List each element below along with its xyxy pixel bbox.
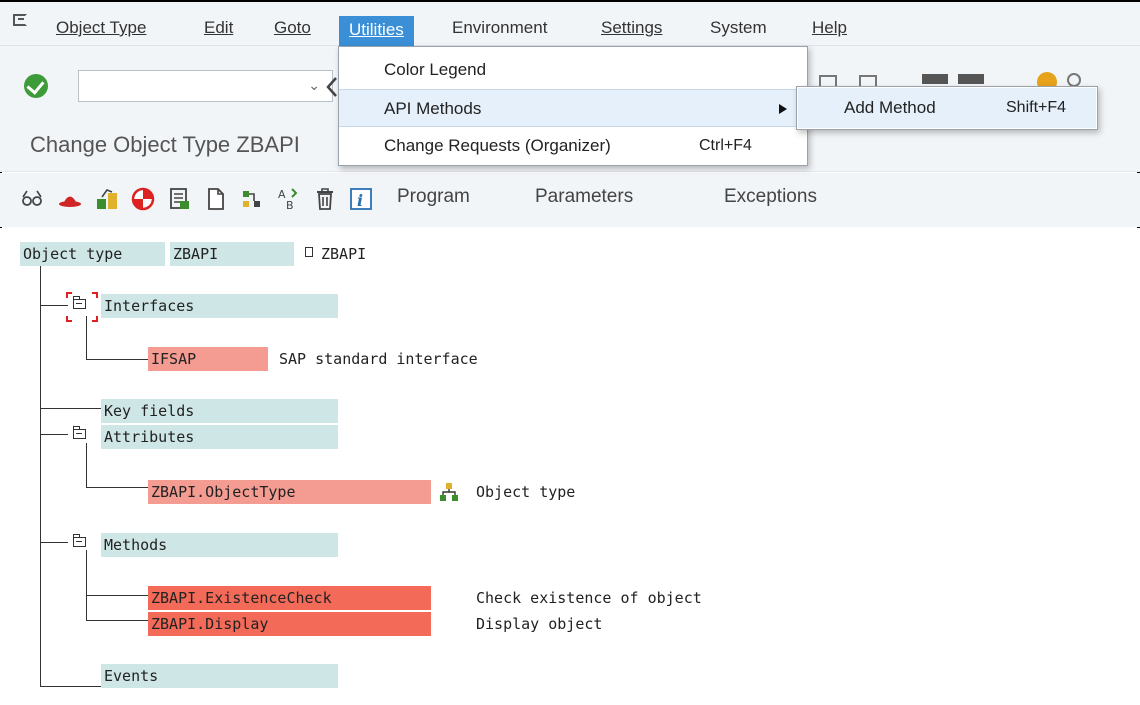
menu-goto-label: Goto bbox=[274, 18, 311, 37]
command-field[interactable]: ⌄ bbox=[78, 70, 333, 102]
menu-system[interactable]: System bbox=[706, 14, 771, 42]
tree-line bbox=[86, 620, 148, 621]
menu-item-label: Add Method bbox=[844, 98, 936, 117]
exceptions-button[interactable]: Exceptions bbox=[724, 186, 817, 208]
tree-line bbox=[40, 305, 68, 306]
tree-line bbox=[40, 434, 68, 435]
tree-node-methods[interactable]: Methods bbox=[101, 533, 338, 557]
menu-object-type[interactable]: Object Type bbox=[52, 14, 150, 42]
menu-environment-label: Environment bbox=[452, 18, 548, 37]
object-type-tree: Object type ZBAPI ZBAPI Interfaces IFSAP… bbox=[0, 228, 1140, 705]
hat-icon[interactable] bbox=[58, 187, 82, 211]
program-button[interactable]: Program bbox=[397, 186, 470, 208]
utilities-dropdown-menu: Color Legend API Methods Change Requests… bbox=[338, 46, 808, 166]
svg-text:A: A bbox=[278, 188, 286, 201]
menu-goto[interactable]: Goto bbox=[270, 14, 315, 42]
document-icon bbox=[305, 247, 313, 257]
sort-ab-icon[interactable]: AB bbox=[276, 187, 300, 211]
tree-line bbox=[40, 542, 68, 543]
hierarchy-icon[interactable] bbox=[95, 187, 119, 211]
tree-line bbox=[86, 487, 148, 488]
tree-node-attributes[interactable]: Attributes bbox=[101, 425, 338, 449]
root-value[interactable]: ZBAPI bbox=[170, 242, 294, 266]
menu-icon[interactable] bbox=[13, 14, 27, 26]
new-document-icon[interactable] bbox=[204, 187, 228, 211]
folder-open-icon[interactable] bbox=[72, 296, 86, 309]
application-toolbar: AB i Program Parameters Exceptions bbox=[0, 173, 1140, 227]
page-title: Change Object Type ZBAPI bbox=[30, 132, 300, 157]
menu-settings-label: Settings bbox=[601, 18, 663, 37]
tree-node-attr-objecttype[interactable]: ZBAPI.ObjectType bbox=[148, 480, 431, 504]
method-display-description: Display object bbox=[476, 615, 603, 633]
menu-bar: Object Type Edit Goto Utilities Environm… bbox=[0, 2, 1140, 46]
selection-marker bbox=[92, 292, 98, 298]
svg-text:B: B bbox=[286, 199, 294, 211]
tree-line bbox=[40, 686, 102, 687]
menu-edit[interactable]: Edit bbox=[200, 14, 237, 42]
menu-item-api-methods[interactable]: API Methods bbox=[339, 89, 807, 127]
tree-line bbox=[86, 550, 87, 620]
folder-icon[interactable] bbox=[72, 426, 86, 439]
pie-target-icon[interactable] bbox=[131, 187, 155, 211]
menu-edit-label: Edit bbox=[204, 18, 234, 37]
menu-item-label: Change Requests (Organizer) bbox=[384, 136, 611, 155]
menu-item-shortcut: Shift+F4 bbox=[1006, 99, 1067, 116]
menu-help-label: Help bbox=[812, 18, 847, 37]
svg-text:i: i bbox=[357, 191, 363, 210]
structure-icon[interactable] bbox=[240, 187, 264, 211]
trash-icon[interactable] bbox=[313, 187, 337, 211]
menu-system-label: System bbox=[710, 18, 767, 37]
tree-line bbox=[86, 316, 87, 359]
attr-objecttype-description: Object type bbox=[476, 483, 576, 501]
menu-utilities[interactable]: Utilities bbox=[339, 16, 414, 46]
method-existencecheck-description: Check existence of object bbox=[476, 589, 702, 607]
document-list-icon[interactable] bbox=[168, 187, 192, 211]
org-structure-icon bbox=[440, 483, 458, 501]
submenu-arrow-icon bbox=[779, 104, 787, 114]
selection-marker bbox=[66, 292, 72, 298]
menu-object-type-label: Object Type bbox=[56, 18, 147, 37]
selection-marker bbox=[92, 316, 98, 322]
menu-item-color-legend[interactable]: Color Legend bbox=[339, 51, 807, 89]
tree-line bbox=[86, 359, 148, 360]
menu-help[interactable]: Help bbox=[808, 14, 851, 42]
menu-item-change-requests[interactable]: Change Requests (Organizer) Ctrl+F4 bbox=[339, 127, 807, 165]
chevron-down-icon[interactable]: ⌄ bbox=[308, 77, 320, 94]
enter-check-icon[interactable] bbox=[24, 74, 48, 98]
glasses-icon[interactable] bbox=[20, 187, 44, 211]
tree-node-events[interactable]: Events bbox=[101, 664, 338, 688]
tree-node-method-display[interactable]: ZBAPI.Display bbox=[148, 612, 431, 636]
folder-icon[interactable] bbox=[72, 534, 86, 547]
tree-node-method-existencecheck[interactable]: ZBAPI.ExistenceCheck bbox=[148, 586, 431, 610]
tree-node-key-fields[interactable]: Key fields bbox=[101, 399, 338, 423]
info-icon[interactable]: i bbox=[349, 187, 373, 211]
tree-line bbox=[40, 266, 41, 686]
tree-node-interfaces[interactable]: Interfaces bbox=[101, 294, 338, 318]
selection-marker bbox=[66, 316, 72, 322]
menu-settings[interactable]: Settings bbox=[597, 14, 666, 42]
root-description: ZBAPI bbox=[321, 245, 367, 263]
tree-line bbox=[86, 595, 148, 596]
tree-node-ifsap[interactable]: IFSAP bbox=[148, 347, 268, 371]
ifsap-description: SAP standard interface bbox=[279, 350, 478, 368]
menu-item-shortcut: Ctrl+F4 bbox=[699, 137, 752, 154]
menu-item-add-method[interactable]: Add Method Shift+F4 bbox=[798, 88, 1096, 128]
menu-environment[interactable]: Environment bbox=[448, 14, 551, 42]
back-arrow-icon[interactable] bbox=[325, 76, 339, 98]
api-methods-submenu: Add Method Shift+F4 bbox=[796, 86, 1098, 130]
menu-item-label: Color Legend bbox=[384, 60, 487, 79]
tree-line bbox=[86, 443, 87, 487]
root-label: Object type bbox=[20, 242, 165, 266]
menu-item-label: API Methods bbox=[384, 99, 482, 118]
parameters-button[interactable]: Parameters bbox=[535, 186, 633, 208]
tree-line bbox=[40, 408, 102, 409]
menu-utilities-label: Utilities bbox=[349, 20, 404, 39]
